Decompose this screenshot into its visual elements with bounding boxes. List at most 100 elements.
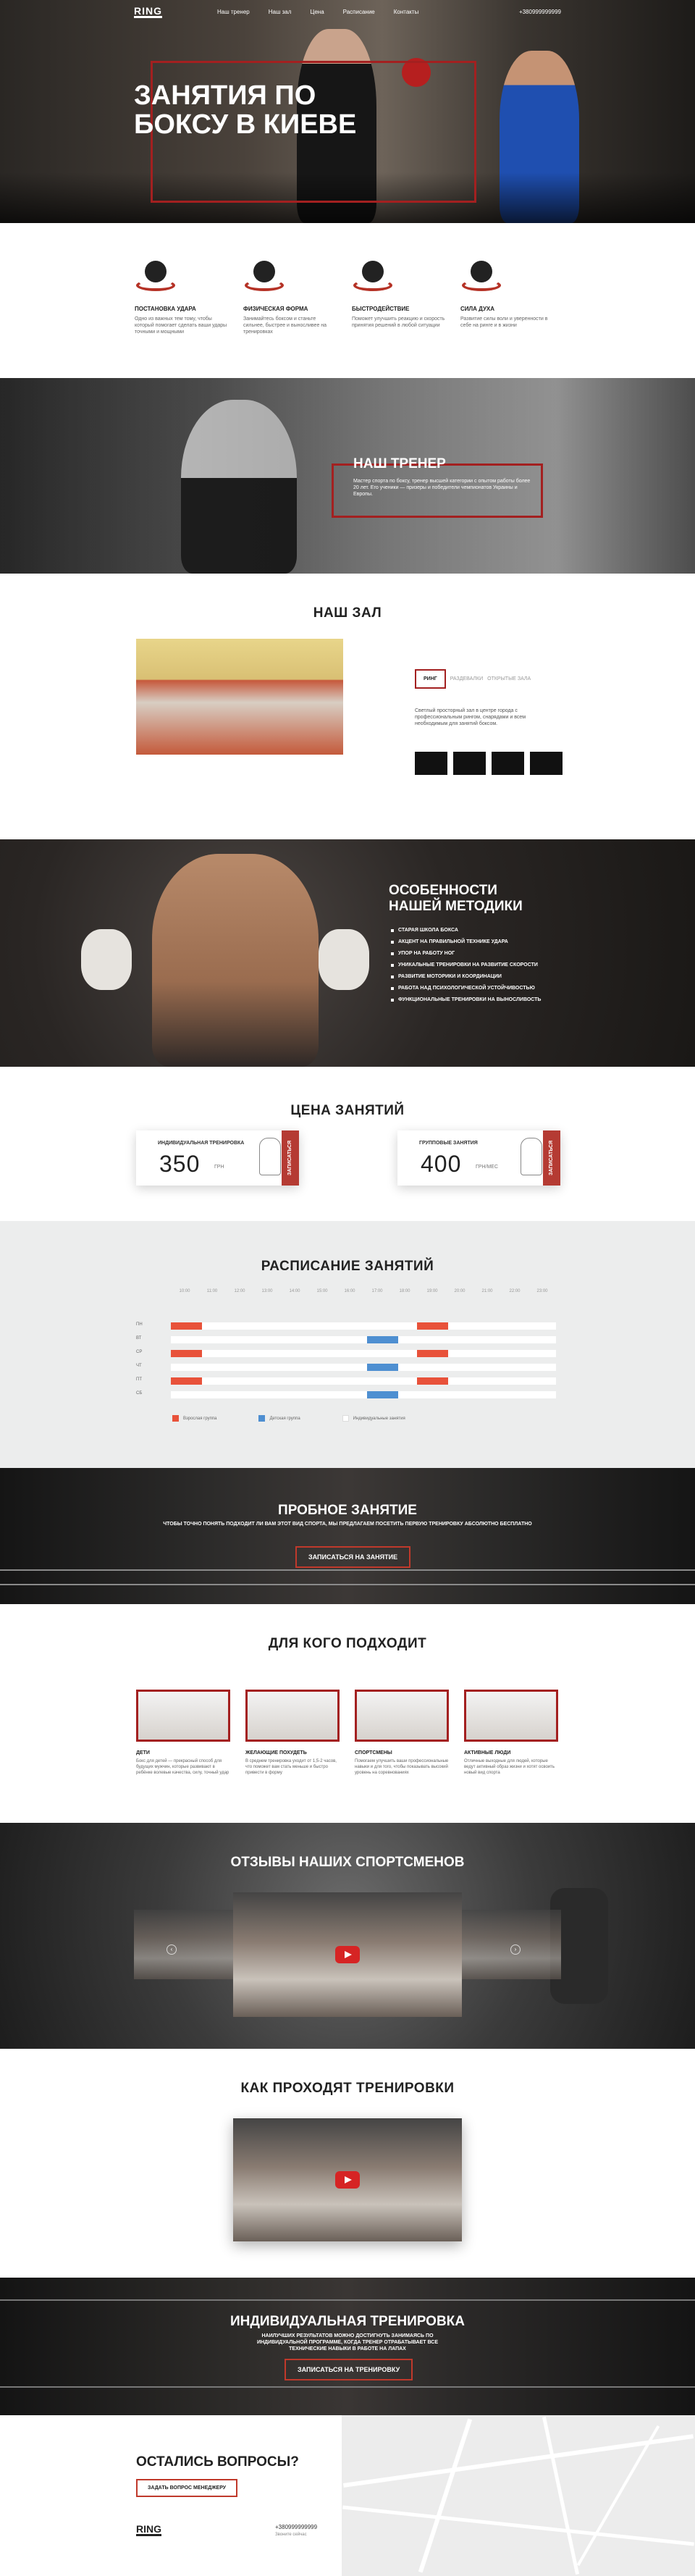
schedule-session[interactable] — [417, 1322, 449, 1330]
schedule-session[interactable] — [417, 1377, 449, 1385]
feature-text: Занимайтесь боксом и станьте сильнее, бы… — [243, 316, 327, 335]
schedule-day-label: СБ — [136, 1391, 143, 1396]
feature-title: Физическая форма — [243, 306, 308, 312]
schedule-session[interactable] — [367, 1364, 398, 1371]
feature-item: Сила духа Развитие силы воли и увереннос… — [460, 261, 555, 329]
tab-open-halls[interactable]: Открытые зала — [487, 676, 531, 681]
schedule-session[interactable] — [171, 1322, 202, 1330]
schedule-time-label: 12:00 — [234, 1289, 245, 1293]
audience-item-text: Бокс для детей — прекрасный способ для б… — [136, 1759, 229, 1775]
play-icon[interactable] — [335, 1946, 360, 1963]
tab-locker-rooms[interactable]: Раздевалки — [450, 676, 483, 681]
individual-text: Наилучших результатов можно достигнуть з… — [256, 2333, 439, 2351]
schedule-row: ВТ — [136, 1333, 556, 1347]
method-item: Уникальные тренировки на развитие скорос… — [391, 962, 541, 968]
review-video[interactable] — [233, 1892, 462, 2017]
schedule-day-label: ВТ — [136, 1336, 142, 1341]
trial-text: Чтобы точно понять подходит ли вам этот … — [163, 1522, 532, 1527]
price-label: Групповые занятия — [419, 1141, 478, 1146]
boxing-ring-ropes — [0, 1569, 695, 1571]
schedule-time-label: 18:00 — [399, 1289, 410, 1293]
hall-thumbnail[interactable] — [530, 752, 563, 775]
legend-swatch — [172, 1415, 179, 1422]
ask-manager-button[interactable]: Задать вопрос менеджеру — [136, 2479, 238, 2497]
footer-phone[interactable]: +380999999999 — [275, 2524, 317, 2530]
glove-icon — [521, 1138, 542, 1175]
reviews-title: Отзывы наших спортсменов — [230, 1855, 465, 1870]
signup-tag-button[interactable]: Записаться — [282, 1130, 299, 1186]
audience-item-text: Отличные выходные для людей, которые вед… — [464, 1759, 555, 1775]
individual-section: Индивидуальная тренировка Наилучших резу… — [0, 2278, 695, 2415]
play-icon[interactable] — [335, 2171, 360, 2189]
schedule-session[interactable] — [367, 1336, 398, 1343]
price-unit: грн/мес — [476, 1165, 499, 1170]
trainer-title: Наш тренер — [353, 456, 446, 471]
schedule-track — [171, 1377, 556, 1385]
legend-item: Детская группа — [258, 1415, 300, 1422]
nav-item-price[interactable]: Цена — [310, 9, 324, 15]
features-section: Постановка удара Одно из важных тем тому… — [0, 223, 695, 378]
method-section: Особенности нашей методики Старая школа … — [0, 839, 695, 1067]
review-video-next[interactable] — [452, 1910, 561, 1979]
schedule-time-label: 19:00 — [426, 1289, 438, 1293]
schedule-time-label: 17:00 — [371, 1289, 383, 1293]
trial-signup-button[interactable]: Записаться на занятие — [295, 1546, 411, 1568]
hall-thumbnail[interactable] — [453, 752, 486, 775]
speed-emblem-icon — [352, 261, 394, 297]
nav-phone[interactable]: +380999999999 — [519, 9, 561, 15]
audience-item: Дети Бокс для детей — прекрасный способ … — [136, 1690, 230, 1776]
individual-signup-button[interactable]: Записаться на тренировку — [285, 2359, 413, 2380]
how-title: Как проходят тренировки — [240, 2081, 455, 2096]
hall-title: Наш зал — [313, 605, 382, 621]
hall-photo — [136, 639, 343, 755]
trainer-section: Наш тренер Мастер спорта по боксу, трене… — [0, 378, 695, 574]
nav-item-schedule[interactable]: Расписание — [343, 9, 375, 15]
boxer-photo — [152, 854, 319, 1067]
audience-item-title: Дети — [136, 1750, 150, 1755]
location-map[interactable] — [342, 2415, 695, 2576]
hall-thumbnail[interactable] — [492, 752, 524, 775]
trial-section: Пробное занятие Чтобы точно понять подхо… — [0, 1468, 695, 1604]
audience-item: Активные люди Отличные выходные для люде… — [464, 1690, 558, 1776]
hall-section: Наш зал Ринг Раздевалки Открытые зала Св… — [0, 574, 695, 839]
signup-tag-button[interactable]: Записаться — [543, 1130, 560, 1186]
footer-logo[interactable]: RING — [136, 2524, 161, 2536]
schedule-session[interactable] — [417, 1350, 449, 1357]
carousel-next-icon[interactable]: › — [510, 1944, 521, 1955]
right-glove-icon — [319, 929, 369, 990]
schedule-times: 10:00 11:00 12:00 13:00 14:00 15:00 16:00 17:00… — [171, 1289, 556, 1293]
nav-item-trainer[interactable]: Наш тренер — [217, 9, 250, 15]
audience-item-title: Активные люди — [464, 1750, 511, 1755]
schedule-time-label: 15:00 — [316, 1289, 328, 1293]
schedule-row: СР — [136, 1347, 556, 1361]
schedule-session[interactable] — [171, 1377, 202, 1385]
schedule-time-label: 11:00 — [206, 1289, 218, 1293]
price-title: Цена занятий — [290, 1103, 405, 1118]
nav-item-hall[interactable]: Наш зал — [269, 9, 292, 15]
trainer-text: Мастер спорта по боксу, тренер высшей ка… — [353, 479, 531, 497]
audience-item: Спортсмены Помогаем улучшить ваши профес… — [355, 1690, 449, 1776]
boxing-emblem-icon — [135, 261, 177, 297]
reviews-section: Отзывы наших спортсменов ‹ › — [0, 1823, 695, 2049]
price-card-group: Групповые занятия 400 грн/мес Записаться — [397, 1130, 560, 1186]
footer-phone-note: Звоните сейчас — [275, 2533, 307, 2537]
gloves-emblem-icon — [460, 261, 502, 297]
schedule-row: СБ — [136, 1388, 556, 1402]
nav-item-contacts[interactable]: Контакты — [394, 9, 419, 15]
feature-text: Одно из важных тем тому, чтобы который п… — [135, 316, 227, 335]
feature-item: Быстродействие Поможет улучшить реакцию … — [352, 261, 446, 329]
review-video-prev[interactable] — [134, 1910, 243, 1979]
schedule-session[interactable] — [171, 1350, 202, 1357]
schedule-session[interactable] — [367, 1391, 398, 1398]
hall-thumbnail[interactable] — [415, 752, 447, 775]
method-title: Особенности нашей методики — [389, 883, 523, 914]
training-video[interactable] — [233, 2118, 462, 2241]
logo[interactable]: RING — [134, 6, 162, 18]
schedule-time-label: 23:00 — [536, 1289, 548, 1293]
carousel-prev-icon[interactable]: ‹ — [167, 1944, 177, 1955]
feature-title: Быстродействие — [352, 306, 410, 312]
tab-ring[interactable]: Ринг — [415, 669, 446, 689]
trial-title: Пробное занятие — [278, 1503, 417, 1518]
audience-item-title: Желающие похудеть — [245, 1750, 307, 1755]
feature-title: Постановка удара — [135, 306, 196, 312]
